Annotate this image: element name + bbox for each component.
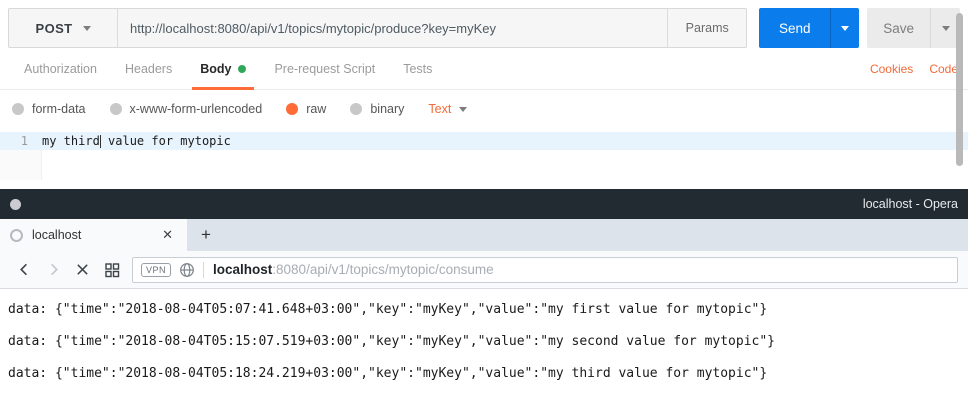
menu-dot-icon[interactable] xyxy=(10,199,21,210)
request-url-group: POST Params xyxy=(8,8,747,48)
tab-pre-request-script[interactable]: Pre-request Script xyxy=(260,48,389,89)
speed-dial-grid-icon[interactable] xyxy=(97,256,126,284)
opera-titlebar: localhost - Opera xyxy=(0,189,968,219)
radio-icon xyxy=(350,103,362,115)
screen: POST Params Send Save Authorization Head… xyxy=(0,8,968,403)
sse-data-line: data: {"time":"2018-08-04T05:18:24.219+0… xyxy=(8,357,968,389)
address-bar[interactable]: VPN localhost:8080/api/v1/topics/mytopic… xyxy=(132,257,958,283)
opera-navbar: VPN localhost:8080/api/v1/topics/mytopic… xyxy=(0,251,968,289)
chevron-down-icon xyxy=(83,26,91,31)
tab-tests[interactable]: Tests xyxy=(389,48,446,89)
code-link[interactable]: Code xyxy=(929,62,958,76)
editor-text: my third value for mytopic xyxy=(42,134,231,148)
radio-binary[interactable]: binary xyxy=(350,102,404,116)
radio-icon-selected xyxy=(286,103,298,115)
method-dropdown[interactable]: POST xyxy=(9,9,117,47)
opera-tabbar: localhost ✕ + xyxy=(0,219,968,251)
tab-authorization[interactable]: Authorization xyxy=(10,48,111,89)
postman-panel: POST Params Send Save Authorization Head… xyxy=(0,8,968,189)
favicon-placeholder-icon xyxy=(10,229,23,242)
address-path: :8080/api/v1/topics/mytopic/consume xyxy=(272,262,493,277)
radio-x-www-form-urlencoded[interactable]: x-www-form-urlencoded xyxy=(110,102,263,116)
header-links: Cookies Code xyxy=(870,62,958,76)
radio-raw[interactable]: raw xyxy=(286,102,326,116)
method-label: POST xyxy=(36,21,73,36)
editor-gutter xyxy=(0,150,42,180)
editor-empty-area xyxy=(0,150,968,180)
window-title: localhost - Opera xyxy=(863,197,958,211)
body-type-options: form-data x-www-form-urlencoded raw bina… xyxy=(0,90,968,128)
send-dropdown[interactable] xyxy=(830,8,859,48)
body-editor[interactable]: 1 my third value for mytopic xyxy=(0,132,968,180)
divider xyxy=(203,262,204,278)
vpn-badge[interactable]: VPN xyxy=(141,263,171,277)
url-input[interactable] xyxy=(118,9,667,47)
chevron-down-icon xyxy=(942,26,950,31)
params-button[interactable]: Params xyxy=(668,9,746,47)
send-label: Send xyxy=(759,8,830,48)
scrollbar[interactable] xyxy=(956,13,963,166)
request-tabs: Authorization Headers Body Pre-request S… xyxy=(0,48,968,90)
globe-icon[interactable] xyxy=(179,262,195,278)
line-number: 1 xyxy=(0,134,42,148)
editor-active-line: 1 my third value for mytopic xyxy=(0,132,968,150)
radio-form-data[interactable]: form-data xyxy=(12,102,86,116)
active-tab-underline xyxy=(192,87,254,90)
back-icon[interactable] xyxy=(10,256,39,284)
browser-tab-localhost[interactable]: localhost ✕ xyxy=(0,219,187,251)
stop-reload-icon[interactable] xyxy=(68,256,97,284)
chevron-down-icon xyxy=(841,26,849,31)
sse-data-line: data: {"time":"2018-08-04T05:15:07.519+0… xyxy=(8,325,968,357)
sse-data-line: data: {"time":"2018-08-04T05:07:41.648+0… xyxy=(8,293,968,325)
request-bar: POST Params Send Save xyxy=(8,8,960,48)
address-host: localhost xyxy=(213,262,272,277)
tab-headers[interactable]: Headers xyxy=(111,48,186,89)
radio-icon xyxy=(12,103,24,115)
cookies-link[interactable]: Cookies xyxy=(870,62,913,76)
save-button[interactable]: Save xyxy=(867,8,930,48)
body-active-dot xyxy=(238,65,246,73)
format-dropdown[interactable]: Text xyxy=(428,102,467,116)
tab-body[interactable]: Body xyxy=(186,48,260,89)
chevron-down-icon xyxy=(459,107,467,112)
new-tab-button[interactable]: + xyxy=(187,219,225,251)
save-button-group: Save xyxy=(867,8,960,48)
tab-title: localhost xyxy=(32,228,81,242)
close-tab-icon[interactable]: ✕ xyxy=(158,225,177,245)
radio-icon xyxy=(110,103,122,115)
forward-icon[interactable] xyxy=(39,256,68,284)
send-button[interactable]: Send xyxy=(759,8,859,48)
page-content: data: {"time":"2018-08-04T05:07:41.648+0… xyxy=(0,289,968,389)
